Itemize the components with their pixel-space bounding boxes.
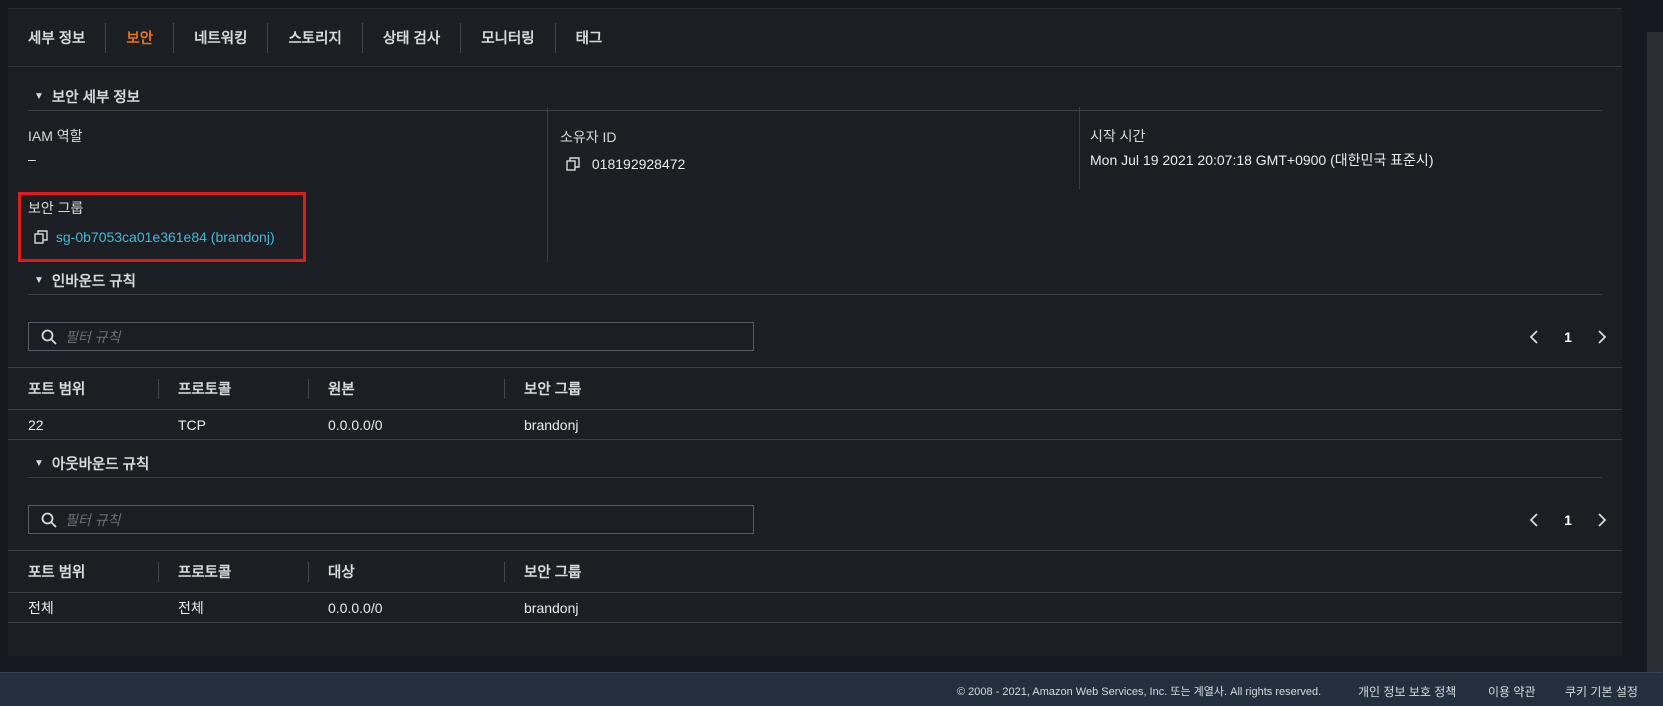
table-cell: 전체 (28, 600, 54, 616)
inbound-rules-table: 포트 범위 프로토콜 원본 보안 그룹 22 TCP 0.0.0.0/0 bra… (8, 367, 1622, 440)
search-icon (41, 512, 57, 528)
inbound-filter-input-box[interactable] (28, 322, 754, 351)
column-header[interactable]: 프로토콜 (178, 368, 231, 409)
chevron-left-icon[interactable] (1528, 513, 1542, 527)
column-divider (1079, 107, 1080, 189)
caret-down-icon: ▼ (34, 458, 44, 469)
tab-bar: 세부 정보 보안 네트워킹 스토리지 상태 검사 모니터링 태그 (8, 9, 1622, 67)
search-icon (41, 329, 57, 345)
column-divider (158, 379, 159, 399)
inbound-pagination: 1 (1528, 323, 1608, 351)
tab-details[interactable]: 세부 정보 (28, 9, 105, 67)
table-row: 전체 전체 0.0.0.0/0 brandonj (8, 593, 1622, 623)
chevron-right-icon[interactable] (1594, 513, 1608, 527)
table-cell: brandonj (524, 417, 579, 433)
outbound-filter-input[interactable] (65, 506, 745, 533)
owner-id-text: 018192928472 (591, 156, 686, 172)
column-divider (308, 562, 309, 582)
outbound-rules-header[interactable]: ▼ 아웃바운드 규칙 (28, 450, 1602, 478)
section-title: 보안 세부 정보 (51, 90, 141, 106)
column-header[interactable]: 포트 범위 (28, 551, 85, 592)
column-header[interactable]: 프로토콜 (178, 551, 231, 592)
outbound-rules-table: 포트 범위 프로토콜 대상 보안 그룹 전체 전체 0.0.0.0/0 bran… (8, 550, 1622, 623)
iam-role-label: IAM 역할 (28, 128, 83, 144)
copy-icon[interactable] (566, 157, 580, 171)
footer: © 2008 - 2021, Amazon Web Services, Inc.… (0, 672, 1663, 706)
outbound-filter-bar: 1 (8, 492, 1622, 550)
terms-link[interactable]: 이용 약관 (1488, 683, 1536, 700)
column-divider (504, 379, 505, 399)
table-cell: 22 (28, 417, 44, 433)
tab-security[interactable]: 보안 (106, 9, 173, 67)
security-details-header[interactable]: ▼ 보안 세부 정보 (28, 83, 1602, 111)
tab-tags[interactable]: 태그 (556, 9, 623, 67)
column-header[interactable]: 원본 (328, 368, 355, 409)
privacy-policy-link[interactable]: 개인 정보 보호 정책 (1358, 683, 1456, 700)
section-title: 인바운드 규칙 (51, 274, 136, 290)
owner-id-label: 소유자 ID (560, 129, 617, 145)
tab-networking[interactable]: 네트워킹 (174, 9, 267, 67)
chevron-left-icon[interactable] (1528, 330, 1542, 344)
launch-time-label: 시작 시간 (1090, 128, 1146, 144)
launch-time-value: Mon Jul 19 2021 20:07:18 GMT+0900 (대한민국 … (1090, 152, 1434, 168)
tab-monitoring[interactable]: 모니터링 (461, 9, 554, 67)
tab-status-checks[interactable]: 상태 검사 (363, 9, 460, 67)
security-panel: 세부 정보 보안 네트워킹 스토리지 상태 검사 모니터링 태그 ▼ 보안 세부… (8, 8, 1622, 656)
inbound-filter-input[interactable] (65, 323, 745, 350)
page-number[interactable]: 1 (1564, 512, 1572, 528)
iam-role-value: – (28, 151, 36, 167)
chevron-right-icon[interactable] (1594, 330, 1608, 344)
cookie-preferences-link[interactable]: 쿠키 기본 설정 (1565, 683, 1638, 700)
column-divider (504, 562, 505, 582)
column-header[interactable]: 보안 그룹 (524, 368, 581, 409)
table-cell: brandonj (524, 600, 579, 616)
inbound-filter-bar: 1 (8, 309, 1622, 367)
section-title: 아웃바운드 규칙 (51, 457, 150, 473)
caret-down-icon: ▼ (34, 275, 44, 286)
copyright-text: © 2008 - 2021, Amazon Web Services, Inc.… (957, 686, 1322, 698)
inbound-rules-header[interactable]: ▼ 인바운드 규칙 (28, 267, 1602, 295)
column-divider (547, 107, 548, 262)
table-cell: TCP (178, 417, 206, 433)
tab-storage[interactable]: 스토리지 (268, 9, 361, 67)
highlight-box (18, 192, 306, 262)
owner-id-value: 018192928472 (566, 156, 685, 172)
column-divider (158, 562, 159, 582)
outbound-pagination: 1 (1528, 506, 1608, 534)
table-row: 22 TCP 0.0.0.0/0 brandonj (8, 410, 1622, 440)
outbound-filter-input-box[interactable] (28, 505, 754, 534)
column-divider (308, 379, 309, 399)
page-number[interactable]: 1 (1564, 329, 1572, 345)
table-cell: 0.0.0.0/0 (328, 600, 383, 616)
caret-down-icon: ▼ (34, 91, 44, 102)
column-header[interactable]: 대상 (328, 551, 355, 592)
table-header: 포트 범위 프로토콜 원본 보안 그룹 (8, 367, 1622, 410)
table-cell: 0.0.0.0/0 (328, 417, 383, 433)
table-header: 포트 범위 프로토콜 대상 보안 그룹 (8, 550, 1622, 593)
table-cell: 전체 (178, 600, 204, 616)
scrollbar[interactable] (1647, 32, 1663, 672)
column-header[interactable]: 포트 범위 (28, 368, 85, 409)
column-header[interactable]: 보안 그룹 (524, 551, 581, 592)
